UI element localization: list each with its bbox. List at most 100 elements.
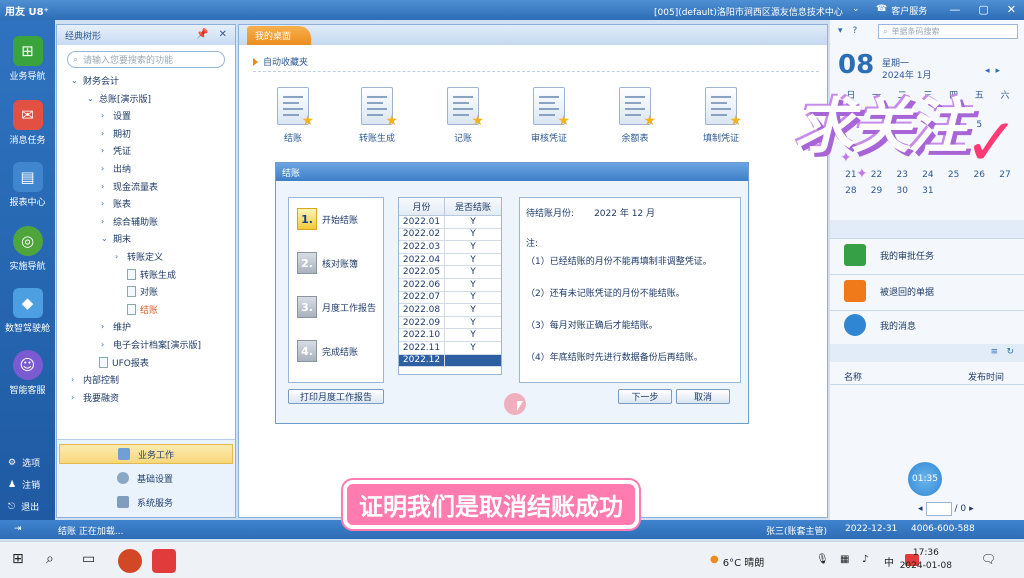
- tree-node[interactable]: › 内部控制: [71, 373, 119, 386]
- weather-widget[interactable]: ● 6°C 晴朗: [710, 554, 764, 569]
- dropdown-icon[interactable]: ⌄: [852, 4, 860, 14]
- logout-label: 注销: [22, 481, 41, 491]
- table-row[interactable]: 2022.10 Y: [399, 329, 501, 342]
- tree-node[interactable]: › 出纳: [101, 162, 131, 175]
- favorite-item[interactable]: ★ 记账: [433, 87, 493, 144]
- approval-tasks-item[interactable]: 我的审批任务: [844, 244, 934, 266]
- tree-node[interactable]: › 账表: [101, 197, 131, 210]
- mouse-cursor-icon: [517, 401, 523, 411]
- close-icon[interactable]: ✕: [1007, 3, 1016, 16]
- table-row[interactable]: 2022.04 Y: [399, 253, 501, 267]
- table-row[interactable]: 2022.05 Y: [399, 266, 501, 279]
- rail-item-report-center[interactable]: ▤ 报表中心: [0, 162, 55, 208]
- volume-icon[interactable]: ♪: [862, 554, 868, 565]
- table-row[interactable]: 2022.08 Y: [399, 304, 501, 317]
- options-button[interactable]: ⚙ 选项: [8, 456, 40, 470]
- tree-node[interactable]: › 现金流量表: [101, 180, 158, 193]
- col-closed-header: 是否结账: [454, 203, 491, 213]
- refresh-icon[interactable]: ↻: [1006, 347, 1014, 357]
- print-report-button[interactable]: 打印月度工作报告: [288, 389, 384, 404]
- favorite-item[interactable]: ★ 余额表: [605, 87, 665, 144]
- favorite-item[interactable]: ★ 转账生成: [347, 87, 407, 144]
- next-step-button[interactable]: 下一步: [618, 389, 672, 404]
- chat-bubble-icon: [844, 314, 866, 336]
- powerpoint-icon[interactable]: [118, 549, 142, 573]
- cancel-button[interactable]: 取消: [676, 389, 730, 404]
- search-icon[interactable]: ⌕: [46, 551, 54, 567]
- tree-node-label: 转账生成: [140, 270, 177, 281]
- table-row[interactable]: 2022.12: [399, 354, 501, 368]
- list-icon[interactable]: ≡: [990, 347, 998, 357]
- my-messages-item[interactable]: 我的消息: [844, 314, 916, 336]
- table-row[interactable]: 2022.01 Y: [399, 216, 501, 229]
- tree-node[interactable]: 转账生成: [115, 268, 176, 281]
- pin-icon[interactable]: 📌: [196, 29, 208, 40]
- system-service-tab[interactable]: 系统服务: [59, 492, 233, 512]
- favorite-item[interactable]: ★ 审核凭证: [519, 87, 579, 144]
- tree-node[interactable]: 结账: [115, 303, 158, 316]
- tree-node[interactable]: ⌄ 总账[演示版]: [87, 92, 151, 105]
- rail-item-implementation-nav[interactable]: ◎ 实施导航: [0, 226, 55, 272]
- clock[interactable]: 17:36 2024-01-08: [900, 547, 952, 573]
- returned-docs-item[interactable]: 被退回的单据: [844, 280, 934, 302]
- rail-item-message-task[interactable]: ✉ 消息任务: [0, 100, 55, 146]
- basic-settings-tab[interactable]: 基础设置: [59, 468, 233, 488]
- rail-item-business-nav[interactable]: ⊞ 业务导航: [0, 36, 55, 82]
- network-icon[interactable]: ▦: [840, 554, 849, 565]
- logout-button[interactable]: ♟ 注销: [8, 478, 41, 492]
- u8-app-icon[interactable]: [152, 549, 176, 573]
- maximize-icon[interactable]: ▢: [978, 3, 988, 16]
- table-row[interactable]: 2022.11 Y: [399, 341, 501, 355]
- chevron-right-icon: ›: [71, 375, 75, 385]
- business-work-tab[interactable]: 业务工作: [59, 444, 233, 464]
- tree-node[interactable]: UFO报表: [87, 356, 149, 369]
- tree-node[interactable]: › 电子会计档案[演示版]: [101, 338, 201, 351]
- tree-search-input[interactable]: ⌕ 请输入您要搜索的功能: [67, 51, 225, 68]
- tree-node[interactable]: ⌄ 期末: [101, 232, 131, 245]
- tree-node[interactable]: › 维护: [101, 320, 131, 333]
- mic-icon[interactable]: 🎙: [816, 554, 829, 565]
- table-row[interactable]: 2022.09 Y: [399, 316, 501, 330]
- expand-icon[interactable]: ⇥: [14, 524, 22, 534]
- task-view-icon[interactable]: ▭: [82, 551, 95, 567]
- table-row[interactable]: 2022.02 Y: [399, 228, 501, 242]
- page-number-input[interactable]: [925, 502, 952, 516]
- tab-my-desktop[interactable]: 我的桌面: [247, 26, 311, 45]
- close-icon[interactable]: ✕: [219, 29, 227, 40]
- dropdown-icon[interactable]: ▾: [838, 26, 843, 36]
- rail-item-cockpit[interactable]: ◆ 数智驾驶舱: [0, 288, 55, 334]
- tree-node[interactable]: › 凭证: [101, 144, 131, 157]
- tree-node[interactable]: ⌄ 财务会计: [71, 74, 119, 87]
- star-icon: ★: [385, 113, 398, 129]
- note-line: 注:: [526, 239, 539, 249]
- barcode-search-input[interactable]: ⌕ 单据条码搜索: [878, 24, 1018, 39]
- prev-page-icon[interactable]: ◂: [918, 504, 923, 514]
- tree-node-label: 凭证: [113, 147, 132, 158]
- tree-node[interactable]: › 综合辅助账: [101, 215, 158, 228]
- tree-node[interactable]: › 我要融资: [71, 391, 119, 404]
- closed-cell: Y: [470, 279, 476, 290]
- favorite-item[interactable]: ★ 填制凭证: [691, 87, 751, 144]
- tree-node[interactable]: 对账: [115, 285, 158, 298]
- tree-node-label: 综合辅助账: [113, 217, 159, 228]
- exit-button[interactable]: ⎋ 退出: [8, 500, 40, 514]
- next-page-icon[interactable]: ▸: [969, 504, 974, 514]
- help-icon[interactable]: ?: [853, 26, 858, 36]
- rail-item-smart-service[interactable]: ☺ 智能客服: [0, 350, 55, 396]
- windows-start-icon[interactable]: ⊞: [12, 551, 24, 567]
- table-row[interactable]: 2022.06 Y: [399, 278, 501, 292]
- tree-node[interactable]: › 设置: [101, 109, 131, 122]
- table-row[interactable]: 2022.03 Y: [399, 241, 501, 254]
- tree-node[interactable]: › 转账定义: [115, 250, 163, 263]
- ime-indicator[interactable]: 中: [884, 554, 894, 569]
- tree-node[interactable]: › 期初: [101, 127, 131, 140]
- customer-service-button[interactable]: ☎ 客户服务: [876, 4, 927, 17]
- favorite-item[interactable]: ★ 结账: [263, 87, 323, 144]
- step-label: 月度工作报告: [322, 303, 377, 314]
- minimize-icon[interactable]: —: [949, 3, 960, 16]
- rail-label: 数智驾驶舱: [4, 324, 50, 334]
- tree-node-label: 维护: [113, 323, 132, 334]
- table-row[interactable]: 2022.07 Y: [399, 291, 501, 305]
- exit-label: 退出: [21, 503, 40, 513]
- notification-icon[interactable]: 🗨: [981, 552, 996, 566]
